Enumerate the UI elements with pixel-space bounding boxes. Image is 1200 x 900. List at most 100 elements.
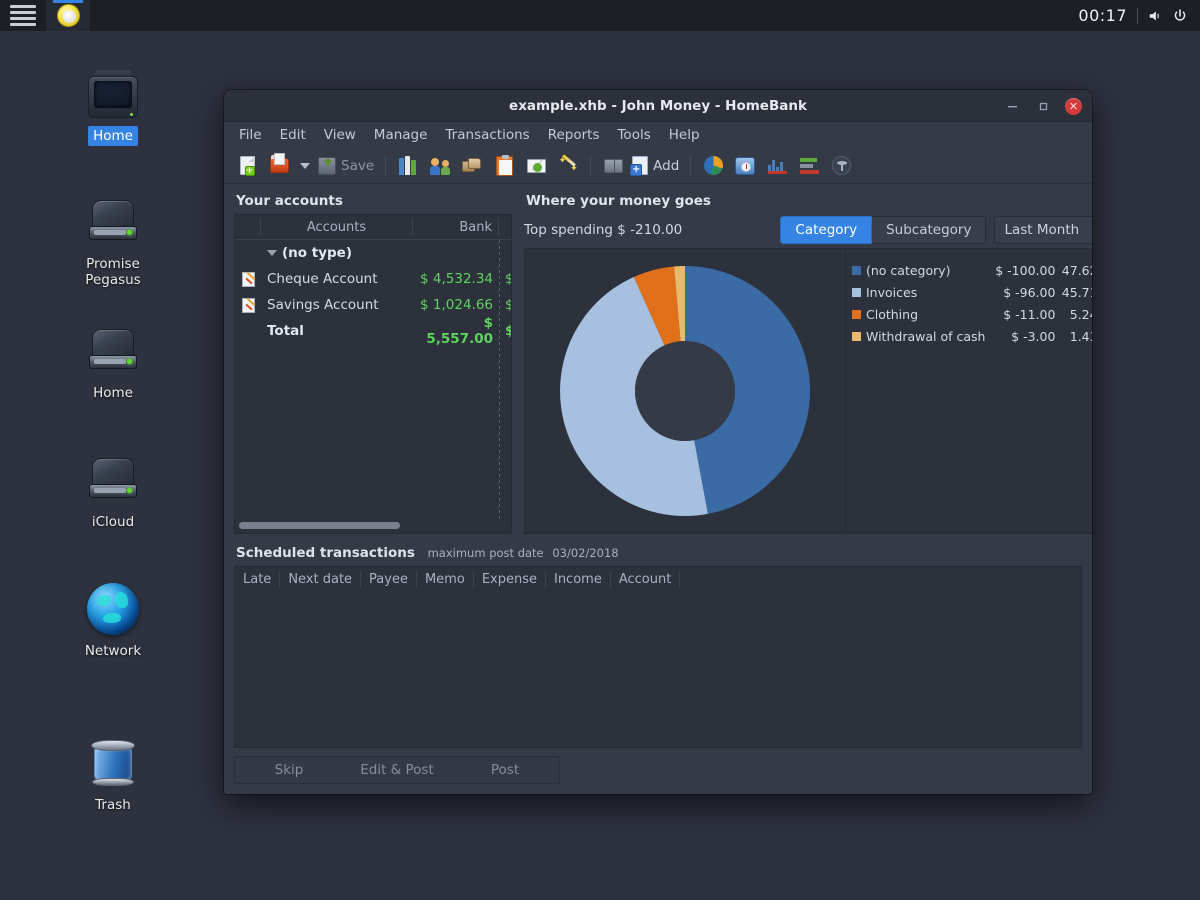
column-header-income[interactable]: Income xyxy=(546,570,611,588)
window-titlebar[interactable]: example.xhb - John Money - HomeBank ✕ xyxy=(224,90,1092,122)
close-button[interactable]: ✕ xyxy=(1065,97,1082,115)
scheduled-transactions-pane: Scheduled transactions maximum post date… xyxy=(234,542,1082,784)
desktop-icon-label: Trash xyxy=(95,797,131,813)
account-today-value: $ xyxy=(499,297,511,313)
legend-label: Invoices xyxy=(866,284,918,300)
legend-item[interactable]: Withdrawal of cash $ -3.00 1.43 % xyxy=(852,325,1092,347)
power-icon[interactable] xyxy=(1172,8,1188,24)
desktop-icon-label: Promise Pegasus xyxy=(85,256,141,288)
categories-folders-icon[interactable] xyxy=(457,151,487,181)
desktop-icon-network[interactable]: Network xyxy=(53,573,173,661)
column-header-late[interactable]: Late xyxy=(235,570,281,588)
legend-amount: $ -3.00 xyxy=(1011,328,1056,344)
legend-swatch xyxy=(852,287,861,297)
taskbar-homebank-button[interactable] xyxy=(46,0,90,31)
hard-drive-icon xyxy=(53,315,173,377)
column-header-icon[interactable] xyxy=(235,218,261,236)
column-header-accounts[interactable]: Accounts xyxy=(261,218,413,236)
accounts-books-icon[interactable] xyxy=(393,151,423,181)
edit-and-post-button[interactable]: Edit & Post xyxy=(343,757,451,783)
accounts-horizontal-scrollbar[interactable] xyxy=(239,522,507,529)
trend-chart-icon[interactable] xyxy=(762,151,792,181)
window-title: example.xhb - John Money - HomeBank xyxy=(509,97,807,114)
desktop-icon-icloud[interactable]: iCloud xyxy=(53,444,173,532)
balance-icon[interactable] xyxy=(826,151,856,181)
chevron-down-icon[interactable] xyxy=(267,250,277,256)
menu-edit[interactable]: Edit xyxy=(271,124,315,146)
menu-transactions[interactable]: Transactions xyxy=(436,124,538,146)
desktop-icon-label: Home xyxy=(88,126,138,146)
edit-pencil-icon[interactable] xyxy=(235,271,261,287)
chevron-down-icon[interactable] xyxy=(296,151,314,181)
legend-item[interactable]: Invoices $ -96.00 45.71 % xyxy=(852,281,1092,303)
table-row[interactable]: Cheque Account $ 4,532.34 $ xyxy=(235,266,511,292)
scheduled-table[interactable]: Late Next date Payee Memo Expense Income… xyxy=(234,566,1082,748)
total-today-value: $ xyxy=(499,323,511,339)
menu-reports[interactable]: Reports xyxy=(539,124,609,146)
pie-chart-icon[interactable] xyxy=(698,151,728,181)
column-header-memo[interactable]: Memo xyxy=(417,570,474,588)
column-header-expense[interactable]: Expense xyxy=(474,570,546,588)
desktop-icon-trash[interactable]: Trash xyxy=(53,727,173,815)
minimize-button[interactable] xyxy=(1003,97,1021,115)
scheduled-action-buttons: Skip Edit & Post Post xyxy=(234,756,560,784)
tab-category[interactable]: Category xyxy=(780,215,873,244)
menu-manage[interactable]: Manage xyxy=(365,124,437,146)
scheduled-section-title: Scheduled transactions xyxy=(236,545,415,561)
ledger-book-icon[interactable] xyxy=(598,151,628,181)
legend-item[interactable]: Clothing $ -11.00 5.24 % xyxy=(852,303,1092,325)
accounts-tree-header: Accounts Bank xyxy=(235,215,511,240)
top-spending-text: Top spending $ -210.00 xyxy=(524,222,772,238)
clock[interactable]: 00:17 xyxy=(1078,6,1127,25)
column-header-account[interactable]: Account xyxy=(611,570,681,588)
budget-envelope-icon[interactable] xyxy=(521,151,551,181)
budget-bars-icon[interactable] xyxy=(794,151,824,181)
menu-help[interactable]: Help xyxy=(660,124,709,146)
post-button[interactable]: Post xyxy=(451,757,559,783)
menu-file[interactable]: File xyxy=(230,124,271,146)
date-range-dropdown[interactable]: Last Month xyxy=(994,215,1092,244)
tab-subcategory[interactable]: Subcategory xyxy=(872,215,987,244)
legend-item[interactable]: (no category) $ -100.00 47.62 % xyxy=(852,259,1092,281)
desktop-icon-home-drive[interactable]: Home xyxy=(53,315,173,403)
new-file-icon[interactable]: + xyxy=(232,151,262,181)
legend-amount: $ -96.00 xyxy=(1003,284,1056,300)
speaker-icon[interactable] xyxy=(1148,9,1162,23)
column-header-bank[interactable]: Bank xyxy=(413,218,499,236)
accounts-tree[interactable]: Accounts Bank (no type) Cheque Account $… xyxy=(234,214,512,534)
hamburger-icon[interactable] xyxy=(0,0,46,31)
legend-amount: $ -100.00 xyxy=(995,262,1056,278)
donut-chart[interactable] xyxy=(524,248,846,534)
column-header-next-date[interactable]: Next date xyxy=(280,570,362,588)
computer-monitor-icon xyxy=(53,58,173,120)
skip-button[interactable]: Skip xyxy=(235,757,343,783)
add-label: Add xyxy=(653,157,680,174)
table-row[interactable]: (no type) xyxy=(235,240,511,266)
window-controls: ✕ xyxy=(1003,90,1082,122)
menu-tools[interactable]: Tools xyxy=(608,124,659,146)
desktop-icon-home-computer[interactable]: Home xyxy=(53,58,173,146)
column-header-payee[interactable]: Payee xyxy=(361,570,417,588)
scheduled-clipboard-icon[interactable] xyxy=(489,151,519,181)
donut-hole xyxy=(635,341,735,441)
column-header-extra[interactable] xyxy=(499,218,511,236)
add-transaction-button[interactable]: + Add xyxy=(630,151,683,181)
desktop-icon-promise-pegasus[interactable]: Promise Pegasus xyxy=(53,186,173,290)
spending-chart-pane: Where your money goes Top spending $ -21… xyxy=(524,190,1092,534)
save-button[interactable]: Save xyxy=(316,151,378,181)
scrollbar-thumb[interactable] xyxy=(239,522,400,529)
magic-wand-icon[interactable]: ✦ ✦ xyxy=(553,151,583,181)
desktop-icon-label: Network xyxy=(84,643,142,659)
payees-people-icon[interactable] xyxy=(425,151,455,181)
edit-pencil-icon[interactable] xyxy=(235,297,261,313)
total-bank-value: $ 5,557.00 xyxy=(426,315,493,347)
chart-section-title: Where your money goes xyxy=(526,193,711,209)
table-row-total: Total $ 5,557.00 $ xyxy=(235,315,511,347)
menubar: File Edit View Manage Transactions Repor… xyxy=(224,122,1092,148)
menu-view[interactable]: View xyxy=(315,124,365,146)
open-folder-icon[interactable] xyxy=(264,151,294,181)
maximize-button[interactable] xyxy=(1034,97,1052,115)
vehicle-cost-icon[interactable] xyxy=(730,151,760,181)
legend-amount: $ -11.00 xyxy=(1003,306,1056,322)
account-name: Cheque Account xyxy=(267,271,378,287)
